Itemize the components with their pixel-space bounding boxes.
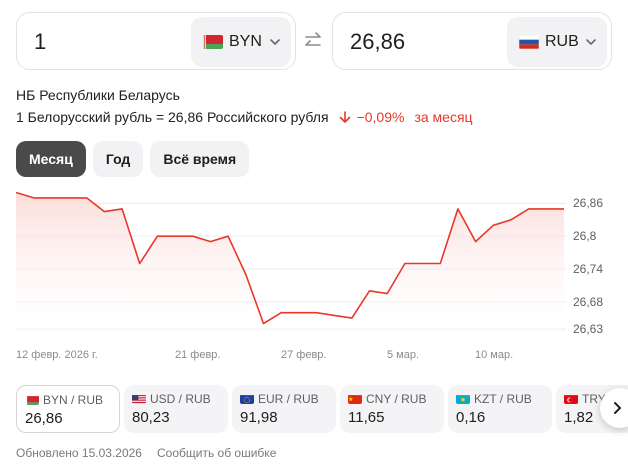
russia-flag-icon	[519, 35, 539, 49]
period-tabs: Месяц Год Всё время	[16, 141, 250, 177]
eu-flag-icon	[240, 394, 254, 404]
from-currency-select[interactable]: BYN	[191, 17, 291, 67]
y-tick-label: 26,86	[573, 196, 604, 211]
x-tick-label: 5 мар.	[387, 349, 420, 361]
chevron-right-icon	[614, 402, 621, 414]
from-currency-code: BYN	[229, 33, 262, 50]
pair-usd-rub[interactable]: USD / RUB 80,23	[124, 385, 228, 433]
x-tick-label: 21 февр.	[175, 349, 221, 361]
rate-change-period: за месяц	[414, 109, 473, 125]
x-tick-label: 12 февр. 2026 г.	[16, 349, 98, 361]
arrow-down-icon	[339, 110, 350, 123]
pair-label: KZT / RUB	[474, 392, 532, 406]
chevron-down-icon	[586, 39, 596, 45]
tab-year[interactable]: Год	[92, 141, 144, 177]
belarus-flag-icon	[203, 35, 223, 49]
x-tick-label: 10 мар.	[475, 349, 514, 361]
pair-byn-rub[interactable]: BYN / RUB 26,86	[16, 385, 120, 433]
to-amount-value[interactable]: 26,86	[350, 13, 405, 71]
pair-value: 0,16	[456, 409, 486, 426]
pair-value: 11,65	[348, 409, 385, 426]
y-tick-label: 26,74	[573, 261, 604, 276]
tab-all-time[interactable]: Всё время	[150, 141, 250, 177]
updated-date: Обновлено 15.03.2026	[16, 446, 142, 460]
pair-label: CNY / RUB	[366, 392, 427, 406]
to-amount-field[interactable]: 26,86 RUB	[332, 12, 612, 70]
china-flag-icon	[348, 394, 362, 404]
report-error-link[interactable]: Сообщить об ошибке	[157, 446, 276, 460]
rate-change: −0,09% за месяц	[339, 109, 473, 125]
chart-area-fill	[16, 192, 564, 348]
rate-change-value: −0,09%	[356, 109, 405, 125]
usa-flag-icon	[132, 394, 146, 404]
x-tick-label: 27 февр.	[281, 349, 327, 361]
pair-label: USD / RUB	[150, 392, 211, 406]
to-currency-code: RUB	[545, 33, 579, 50]
pair-value: 80,23	[132, 409, 170, 426]
pair-cny-rub[interactable]: CNY / RUB 11,65	[340, 385, 444, 433]
chevron-down-icon	[270, 39, 280, 45]
y-tick-label: 26,63	[573, 322, 604, 337]
currency-converter: 1 BYN 26,86 RUB	[16, 12, 612, 70]
rate-summary: 1 Белорусский рубль = 26,86 Российского …	[16, 109, 473, 125]
kazakhstan-flag-icon	[456, 394, 470, 404]
pair-value: 26,86	[25, 410, 63, 427]
y-tick-label: 26,8	[573, 229, 597, 244]
tab-month[interactable]: Месяц	[16, 141, 86, 177]
pair-eur-rub[interactable]: EUR / RUB 91,98	[232, 385, 336, 433]
pair-label: BYN / RUB	[43, 393, 104, 407]
pair-label: EUR / RUB	[258, 392, 319, 406]
currency-pairs: BYN / RUB 26,86 USD / RUB 80,23 EUR / RU…	[16, 385, 628, 433]
rate-source: НБ Республики Беларусь	[16, 87, 180, 103]
from-amount-value[interactable]: 1	[34, 13, 46, 71]
pair-value: 91,98	[240, 409, 278, 426]
turkey-flag-icon	[564, 394, 578, 404]
from-amount-field[interactable]: 1 BYN	[16, 12, 296, 70]
belarus-flag-icon	[25, 395, 39, 405]
swap-icon[interactable]	[302, 31, 324, 51]
rate-text: 1 Белорусский рубль = 26,86 Российского …	[16, 109, 329, 125]
rate-chart[interactable]	[0, 185, 628, 370]
to-currency-select[interactable]: RUB	[507, 17, 607, 67]
y-tick-label: 26,68	[573, 294, 604, 309]
pair-kzt-rub[interactable]: KZT / RUB 0,16	[448, 385, 552, 433]
